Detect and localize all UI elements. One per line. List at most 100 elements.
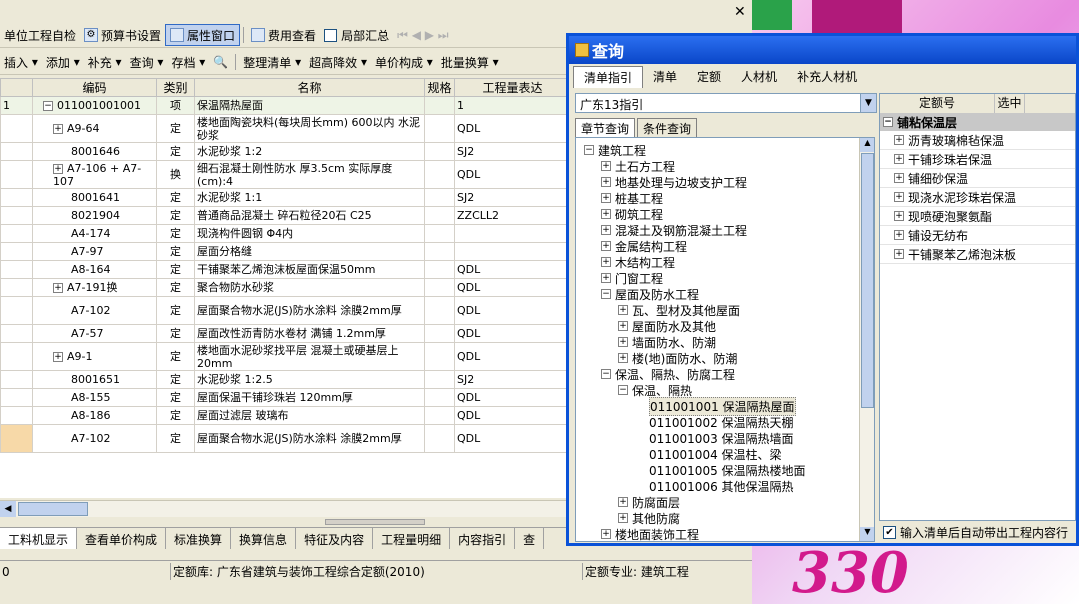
cell-name[interactable]: 楼地面陶瓷块料(每块周长mm) 600以内 水泥砂浆 — [194, 114, 425, 143]
tab-bottom-2[interactable]: 标准换算 — [166, 528, 232, 549]
tree-node[interactable]: + 楼(地)面防水、防潮 — [618, 350, 737, 366]
cell-spec[interactable] — [424, 242, 455, 261]
cell-expr[interactable]: QDL — [454, 406, 571, 425]
tree-node[interactable]: + 屋面防水及其他 — [618, 318, 716, 334]
tab-dialog-4[interactable]: 补充人材机 — [787, 66, 867, 88]
expand-icon[interactable]: + — [601, 209, 611, 219]
expand-icon[interactable]: + — [618, 513, 628, 523]
expand-icon[interactable]: + — [601, 193, 611, 203]
quota-item[interactable]: + 干铺聚苯乙烯泡沫板 — [880, 245, 1075, 264]
horizontal-scrollbar[interactable]: ◀ — [0, 500, 570, 517]
table-row[interactable]: 1−011001001001 项保温隔热屋面 1 — [0, 96, 571, 115]
cell-code[interactable]: A4-174 — [32, 224, 157, 243]
expand-icon[interactable]: + — [618, 305, 628, 315]
expand-icon[interactable]: + — [601, 257, 611, 267]
column-header-type[interactable]: 类别 — [156, 78, 195, 97]
cell-expr[interactable]: QDL — [454, 324, 571, 343]
cell-name[interactable]: 楼地面水泥砂浆找平层 混凝土或硬基层上 20mm — [194, 342, 425, 371]
archive-button[interactable]: 存档 ▾ — [167, 51, 209, 73]
cell-type[interactable]: 定 — [156, 188, 195, 207]
cell-expr[interactable]: QDL — [454, 424, 571, 453]
cell-expr[interactable]: QDL — [454, 260, 571, 279]
tree-node[interactable]: + 砌筑工程 — [601, 206, 663, 222]
cell-spec[interactable] — [424, 260, 455, 279]
expand-icon[interactable]: + — [618, 353, 628, 363]
tab-chapter-search[interactable]: 章节查询 — [575, 118, 636, 138]
tree-node[interactable]: + 其他防腐 — [618, 510, 680, 526]
quota-item[interactable]: + 沥青玻璃棉毡保温 — [880, 131, 1075, 150]
scrollbar-thumb[interactable] — [18, 502, 88, 516]
height-reduction-button[interactable]: 超高降效 ▾ — [305, 51, 371, 73]
table-row[interactable]: 8001651 定水泥砂浆 1:2.5 SJ2 — [0, 370, 571, 389]
guide-select[interactable]: 广东13指引 ▼ — [575, 93, 877, 113]
cell-type[interactable]: 定 — [156, 260, 195, 279]
budget-settings-button[interactable]: ⚙ 预算书设置 — [80, 24, 165, 46]
table-row[interactable]: A8-164 定干铺聚苯乙烯泡沫板屋面保温50mm QDL — [0, 260, 571, 279]
cell-spec[interactable] — [424, 96, 455, 115]
cell-expr[interactable]: 1 — [454, 96, 571, 115]
partial-summary-button[interactable]: 局部汇总 — [320, 24, 393, 46]
supplement-button[interactable]: 补充 ▾ — [84, 51, 126, 73]
cell-spec[interactable] — [424, 296, 455, 325]
splitter-handle[interactable] — [325, 519, 425, 525]
tree-node[interactable]: + 金属结构工程 — [601, 238, 687, 254]
collapse-icon[interactable]: − — [584, 145, 594, 155]
cell-type[interactable]: 定 — [156, 114, 195, 143]
scroll-down-icon[interactable]: ▼ — [860, 527, 874, 541]
tree-node[interactable]: 011001004 保温柱、梁 — [635, 446, 782, 462]
cell-type[interactable]: 换 — [156, 160, 195, 189]
cell-name[interactable]: 屋面保温干铺珍珠岩 120mm厚 — [194, 388, 425, 407]
table-row[interactable]: A4-174 定现浇构件圆钢 Φ4内 — [0, 224, 571, 243]
cell-name[interactable]: 水泥砂浆 1:2 — [194, 142, 425, 161]
cell-name[interactable]: 水泥砂浆 1:2.5 — [194, 370, 425, 389]
expand-icon[interactable]: + — [53, 283, 63, 293]
tree-node[interactable]: 011001006 其他保温隔热 — [635, 478, 794, 494]
collapse-icon[interactable]: − — [43, 101, 53, 111]
table-row[interactable]: A7-102 定屋面聚合物水泥(JS)防水涂料 涂膜2mm厚 QDL — [0, 424, 571, 453]
tab-bottom-1[interactable]: 查看单价构成 — [77, 528, 167, 549]
cell-expr[interactable]: QDL — [454, 388, 571, 407]
cell-type[interactable]: 定 — [156, 142, 195, 161]
expand-icon[interactable]: + — [894, 249, 904, 259]
scroll-left-icon[interactable]: ◀ — [0, 501, 16, 517]
fee-view-button[interactable]: 费用查看 — [247, 24, 320, 46]
table-row[interactable]: A7-102 定屋面聚合物水泥(JS)防水涂料 涂膜2mm厚 QDL — [0, 296, 571, 325]
table-row[interactable]: A7-97 定屋面分格缝 — [0, 242, 571, 261]
cell-type[interactable]: 定 — [156, 388, 195, 407]
quota-item[interactable]: + 干铺珍珠岩保温 — [880, 150, 1075, 169]
column-header-quota-no[interactable]: 定额号 — [880, 94, 995, 113]
tab-bottom-7[interactable]: 查 — [515, 528, 545, 549]
tree-node[interactable]: + 瓦、型材及其他屋面 — [618, 302, 740, 318]
cell-code[interactable]: 8001646 — [32, 142, 157, 161]
cell-spec[interactable] — [424, 342, 455, 371]
cell-code[interactable]: 8001651 — [32, 370, 157, 389]
expand-icon[interactable]: + — [618, 497, 628, 507]
expand-icon[interactable]: + — [601, 529, 611, 539]
cell-spec[interactable] — [424, 188, 455, 207]
cell-spec[interactable] — [424, 388, 455, 407]
cell-code[interactable]: + A7-191换 — [32, 278, 157, 297]
cell-spec[interactable] — [424, 142, 455, 161]
table-row[interactable]: + A7-106 + A7-107 换细石混凝土刚性防水 厚3.5cm 实际厚度(c… — [0, 160, 571, 189]
tree-node[interactable]: 011001002 保温隔热天棚 — [635, 414, 794, 430]
cell-type[interactable]: 项 — [156, 96, 195, 115]
cell-code[interactable]: A8-164 — [32, 260, 157, 279]
tab-dialog-1[interactable]: 清单 — [643, 66, 687, 88]
insert-button[interactable]: 插入 ▾ — [0, 51, 42, 73]
cell-name[interactable]: 屋面分格缝 — [194, 242, 425, 261]
tree-node[interactable]: + 地基处理与边坡支护工程 — [601, 174, 747, 190]
tree-node[interactable]: + 桩基工程 — [601, 190, 663, 206]
cell-code[interactable]: + A7-106 + A7-107 — [32, 160, 157, 189]
cell-spec[interactable] — [424, 370, 455, 389]
expand-icon[interactable]: + — [894, 230, 904, 240]
tree-node[interactable]: 011001003 保温隔热墙面 — [635, 430, 794, 446]
tree-node[interactable]: + 混凝土及钢筋混凝土工程 — [601, 222, 747, 238]
expand-icon[interactable]: + — [894, 154, 904, 164]
column-header-code[interactable]: 编码 — [32, 78, 157, 97]
column-header-expr[interactable]: 工程量表达 — [454, 78, 571, 97]
quota-item[interactable]: + 现浇水泥珍珠岩保温 — [880, 188, 1075, 207]
table-row[interactable]: + A9-64 定楼地面陶瓷块料(每块周长mm) 600以内 水泥砂浆 QDL — [0, 114, 571, 143]
cell-code[interactable]: + A9-1 — [32, 342, 157, 371]
expand-icon[interactable]: + — [53, 163, 63, 174]
tree-node[interactable]: + 木结构工程 — [601, 254, 675, 270]
